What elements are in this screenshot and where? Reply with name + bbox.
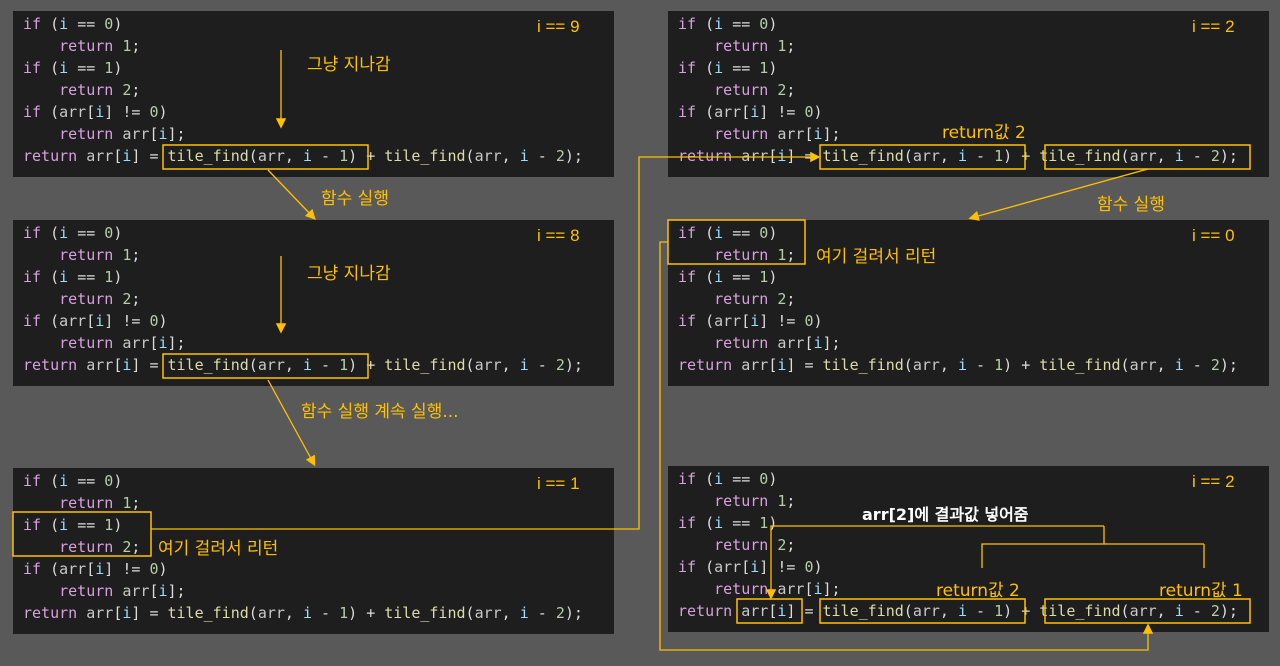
note-pass-through-2: 그냥 지나감: [307, 264, 391, 284]
code-panel-i9: if (i == 0) return 1; if (i == 1) return…: [13, 11, 614, 177]
note-pass-through-1: 그냥 지나감: [307, 55, 391, 75]
code-panel-i0: if (i == 0) return 1; if (i == 1) return…: [668, 220, 1269, 386]
code-block: if (i == 0) return 1; if (i == 1) return…: [23, 15, 583, 165]
note-return-here-1: 여기 걸려서 리턴: [158, 539, 279, 559]
index-label: i == 2: [1192, 472, 1235, 491]
arrow-call-1: [267, 169, 316, 220]
code-panel-i1: if (i == 0) return 1; if (i == 1) return…: [13, 468, 614, 634]
code-block: if (i == 0) return 1; if (i == 1) return…: [678, 224, 1238, 374]
note-return-here-0: 여기 걸려서 리턴: [816, 247, 937, 267]
code-block: if (i == 0) return 1; if (i == 1) return…: [23, 224, 583, 374]
note-return-value-1-bottom: return값 1: [1159, 581, 1243, 601]
arrow-call-2: [267, 379, 316, 467]
index-label: i == 0: [1192, 226, 1235, 245]
note-function-call-2: 함수 실행 계속 실행...: [301, 402, 459, 422]
note-return-value-2-top: return값 2: [942, 123, 1026, 143]
index-label: i == 9: [537, 17, 580, 36]
code-panel-i2-bottom: if (i == 0) return 1; if (i == 1) return…: [668, 466, 1269, 632]
index-label: i == 8: [537, 226, 580, 245]
note-function-call-1: 함수 실행: [321, 189, 389, 209]
note-function-call-3: 함수 실행: [1097, 195, 1165, 215]
code-block: if (i == 0) return 1; if (i == 1) return…: [23, 472, 583, 622]
note-return-value-2-bottom: return값 2: [936, 581, 1020, 601]
note-store-result: arr[2]에 결과값 넣어줌: [862, 505, 1029, 524]
code-block: if (i == 0) return 1; if (i == 1) return…: [678, 15, 1238, 165]
index-label: i == 2: [1192, 17, 1235, 36]
code-panel-i2-top: if (i == 0) return 1; if (i == 1) return…: [668, 11, 1269, 177]
code-panel-i8: if (i == 0) return 1; if (i == 1) return…: [13, 220, 614, 386]
index-label: i == 1: [537, 474, 580, 493]
